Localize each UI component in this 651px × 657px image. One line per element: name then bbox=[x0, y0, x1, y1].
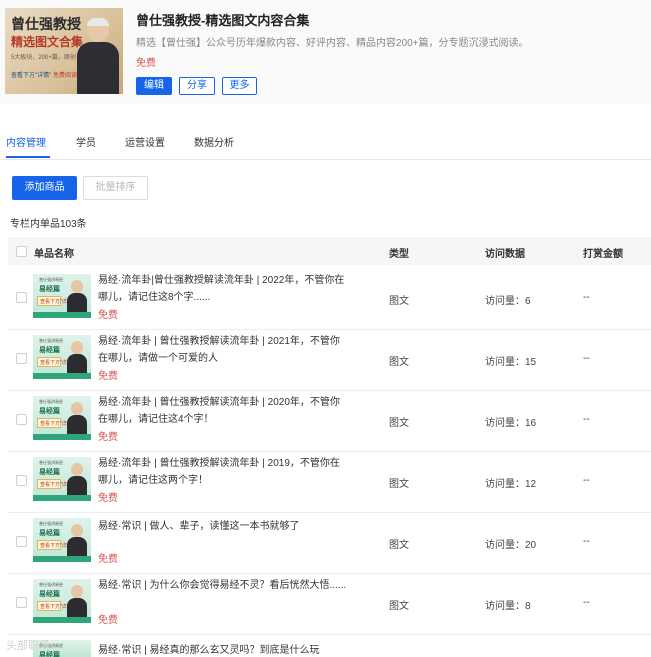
item-thumbnail[interactable]: 曾仕强讲易经 易经篇 查看下方"详情" bbox=[33, 579, 91, 623]
watermark: 头部职场 bbox=[6, 640, 50, 652]
item-price: 免费 bbox=[98, 493, 118, 504]
item-price: 免费 bbox=[98, 615, 118, 626]
item-title[interactable]: 易经·流年卦 | 曾仕强教授解读流年卦 | 2019，不管你在哪儿，请记住这两个… bbox=[98, 455, 348, 489]
cover-title: 曾仕强教授 bbox=[11, 17, 81, 33]
table-row[interactable]: 曾仕强讲易经 易经篇 查看下方"详情" 易经·常识 | 做人、辈子，读懂这一本书… bbox=[8, 512, 651, 574]
item-thumbnail[interactable]: 曾仕强讲易经 易经篇 查看下方"详情" bbox=[33, 518, 91, 562]
item-visits: 访问量：16 bbox=[485, 418, 537, 429]
column-header-visits: 访问数据 bbox=[485, 249, 525, 260]
tab-bar: 内容管理 学员 运营设置 数据分析 bbox=[0, 122, 651, 160]
item-visits: 访问量：8 bbox=[485, 601, 531, 612]
column-cover-image[interactable]: 曾仕强教授 精选图文合集 5大板块，200+篇，原创 查看下方"详情" 免费阅读 bbox=[5, 8, 123, 94]
table-header: 单品名称 类型 访问数据 打赏金额 bbox=[8, 237, 651, 265]
item-visits: 访问量：12 bbox=[485, 479, 537, 490]
row-checkbox[interactable] bbox=[16, 597, 27, 608]
item-type: 图文 bbox=[389, 357, 409, 368]
edit-button[interactable]: 编辑 bbox=[136, 77, 172, 95]
column-header-type: 类型 bbox=[389, 249, 409, 260]
column-title: 曾仕强教授-精选图文内容合集 bbox=[136, 13, 310, 28]
item-price: 免费 bbox=[98, 310, 118, 321]
item-visits: 访问量：20 bbox=[485, 540, 537, 551]
item-tips: -- bbox=[583, 353, 590, 364]
table-row[interactable]: 曾仕强讲易经 易经篇 查看下方"详情" 易经·流年卦 | 曾仕强教授解读流年卦 … bbox=[8, 329, 651, 391]
item-type: 图文 bbox=[389, 479, 409, 490]
item-title[interactable]: 易经·常识 | 做人、辈子，读懂这一本书就够了 bbox=[98, 518, 348, 535]
item-count: 专栏内单品103条 bbox=[10, 219, 87, 230]
cover-portrait bbox=[77, 18, 119, 94]
column-header: 曾仕强教授 精选图文合集 5大板块，200+篇，原创 查看下方"详情" 免费阅读… bbox=[0, 0, 651, 104]
item-thumbnail[interactable]: 曾仕强讲易经 易经篇 查看下方"详情" bbox=[33, 274, 91, 318]
add-item-button[interactable]: 添加商品 bbox=[12, 176, 77, 200]
item-tips: -- bbox=[583, 536, 590, 547]
item-title[interactable]: 易经·常识 | 易经真的那么玄又灵吗？到底是什么玩 bbox=[98, 642, 348, 657]
column-header-name: 单品名称 bbox=[34, 249, 74, 260]
table-row[interactable]: 曾仕强讲易经 易经篇 查看下方"详情" 易经·流年卦 | 曾仕强教授解读流年卦 … bbox=[8, 451, 651, 513]
select-all-checkbox[interactable] bbox=[16, 246, 27, 257]
tab-operations[interactable]: 运营设置 bbox=[125, 134, 165, 149]
item-price: 免费 bbox=[98, 554, 118, 565]
item-price: 免费 bbox=[98, 371, 118, 382]
row-checkbox[interactable] bbox=[16, 292, 27, 303]
more-button[interactable]: 更多 bbox=[222, 77, 257, 95]
item-tips: -- bbox=[583, 292, 590, 303]
item-title[interactable]: 易经·流年卦 | 曾仕强教授解读流年卦 | 2021年，不管你在哪儿，请做一个可… bbox=[98, 333, 348, 367]
item-visits: 访问量：6 bbox=[485, 296, 531, 307]
cover-hint: 查看下方"详情" bbox=[11, 73, 52, 79]
item-type: 图文 bbox=[389, 601, 409, 612]
item-tips: -- bbox=[583, 475, 590, 486]
item-tips: -- bbox=[583, 597, 590, 608]
tab-analytics[interactable]: 数据分析 bbox=[194, 134, 234, 149]
share-button[interactable]: 分享 bbox=[179, 77, 215, 95]
cover-free: 免费阅读 bbox=[53, 73, 78, 79]
row-checkbox[interactable] bbox=[16, 475, 27, 486]
column-description: 精选【曾仕强】公众号历年爆款内容、好评内容、精品内容200+篇，分专题沉浸式阅读… bbox=[136, 38, 529, 49]
item-type: 图文 bbox=[389, 540, 409, 551]
item-title[interactable]: 易经·常识 | 为什么你会觉得易经不灵？看后恍然大悟...... bbox=[98, 577, 348, 594]
row-checkbox[interactable] bbox=[16, 353, 27, 364]
active-tab-indicator bbox=[6, 156, 50, 158]
item-price: 免费 bbox=[98, 432, 118, 443]
table-row[interactable]: 曾仕强讲易经 易经篇 易经·常识 | 易经真的那么玄又灵吗？到底是什么玩 bbox=[8, 634, 651, 657]
item-thumbnail[interactable]: 曾仕强讲易经 易经篇 查看下方"详情" bbox=[33, 457, 91, 501]
row-checkbox[interactable] bbox=[16, 536, 27, 547]
table-row[interactable]: 曾仕强讲易经 易经篇 查看下方"详情" 易经·常识 | 为什么你会觉得易经不灵？… bbox=[8, 573, 651, 635]
item-type: 图文 bbox=[389, 296, 409, 307]
item-title[interactable]: 易经·流年卦 | 曾仕强教授解读流年卦 | 2020年，不管你在哪儿，请记住这4… bbox=[98, 394, 348, 428]
row-checkbox[interactable] bbox=[16, 414, 27, 425]
batch-sort-button[interactable]: 批量排序 bbox=[83, 176, 148, 200]
tab-students[interactable]: 学员 bbox=[76, 134, 96, 149]
item-type: 图文 bbox=[389, 418, 409, 429]
item-thumbnail[interactable]: 曾仕强讲易经 易经篇 查看下方"详情" bbox=[33, 396, 91, 440]
tab-content-management[interactable]: 内容管理 bbox=[6, 134, 46, 149]
column-header-tips: 打赏金额 bbox=[583, 249, 623, 260]
cover-caption: 5大板块，200+篇，原创 bbox=[11, 55, 76, 61]
item-tips: -- bbox=[583, 414, 590, 425]
item-visits: 访问量：15 bbox=[485, 357, 537, 368]
table-row[interactable]: 曾仕强讲易经 易经篇 查看下方"详情" 易经·流年卦 | 曾仕强教授解读流年卦 … bbox=[8, 390, 651, 452]
table-row[interactable]: 曾仕强讲易经 易经篇 查看下方"详情" 易经·流年卦|曾仕强教授解读流年卦 | … bbox=[8, 268, 651, 330]
column-price: 免费 bbox=[136, 58, 156, 69]
item-title[interactable]: 易经·流年卦|曾仕强教授解读流年卦 | 2022年，不管你在哪儿，请记住这8个字… bbox=[98, 272, 348, 306]
cover-subtitle: 精选图文合集 bbox=[11, 35, 84, 49]
item-thumbnail[interactable]: 曾仕强讲易经 易经篇 查看下方"详情" bbox=[33, 335, 91, 379]
